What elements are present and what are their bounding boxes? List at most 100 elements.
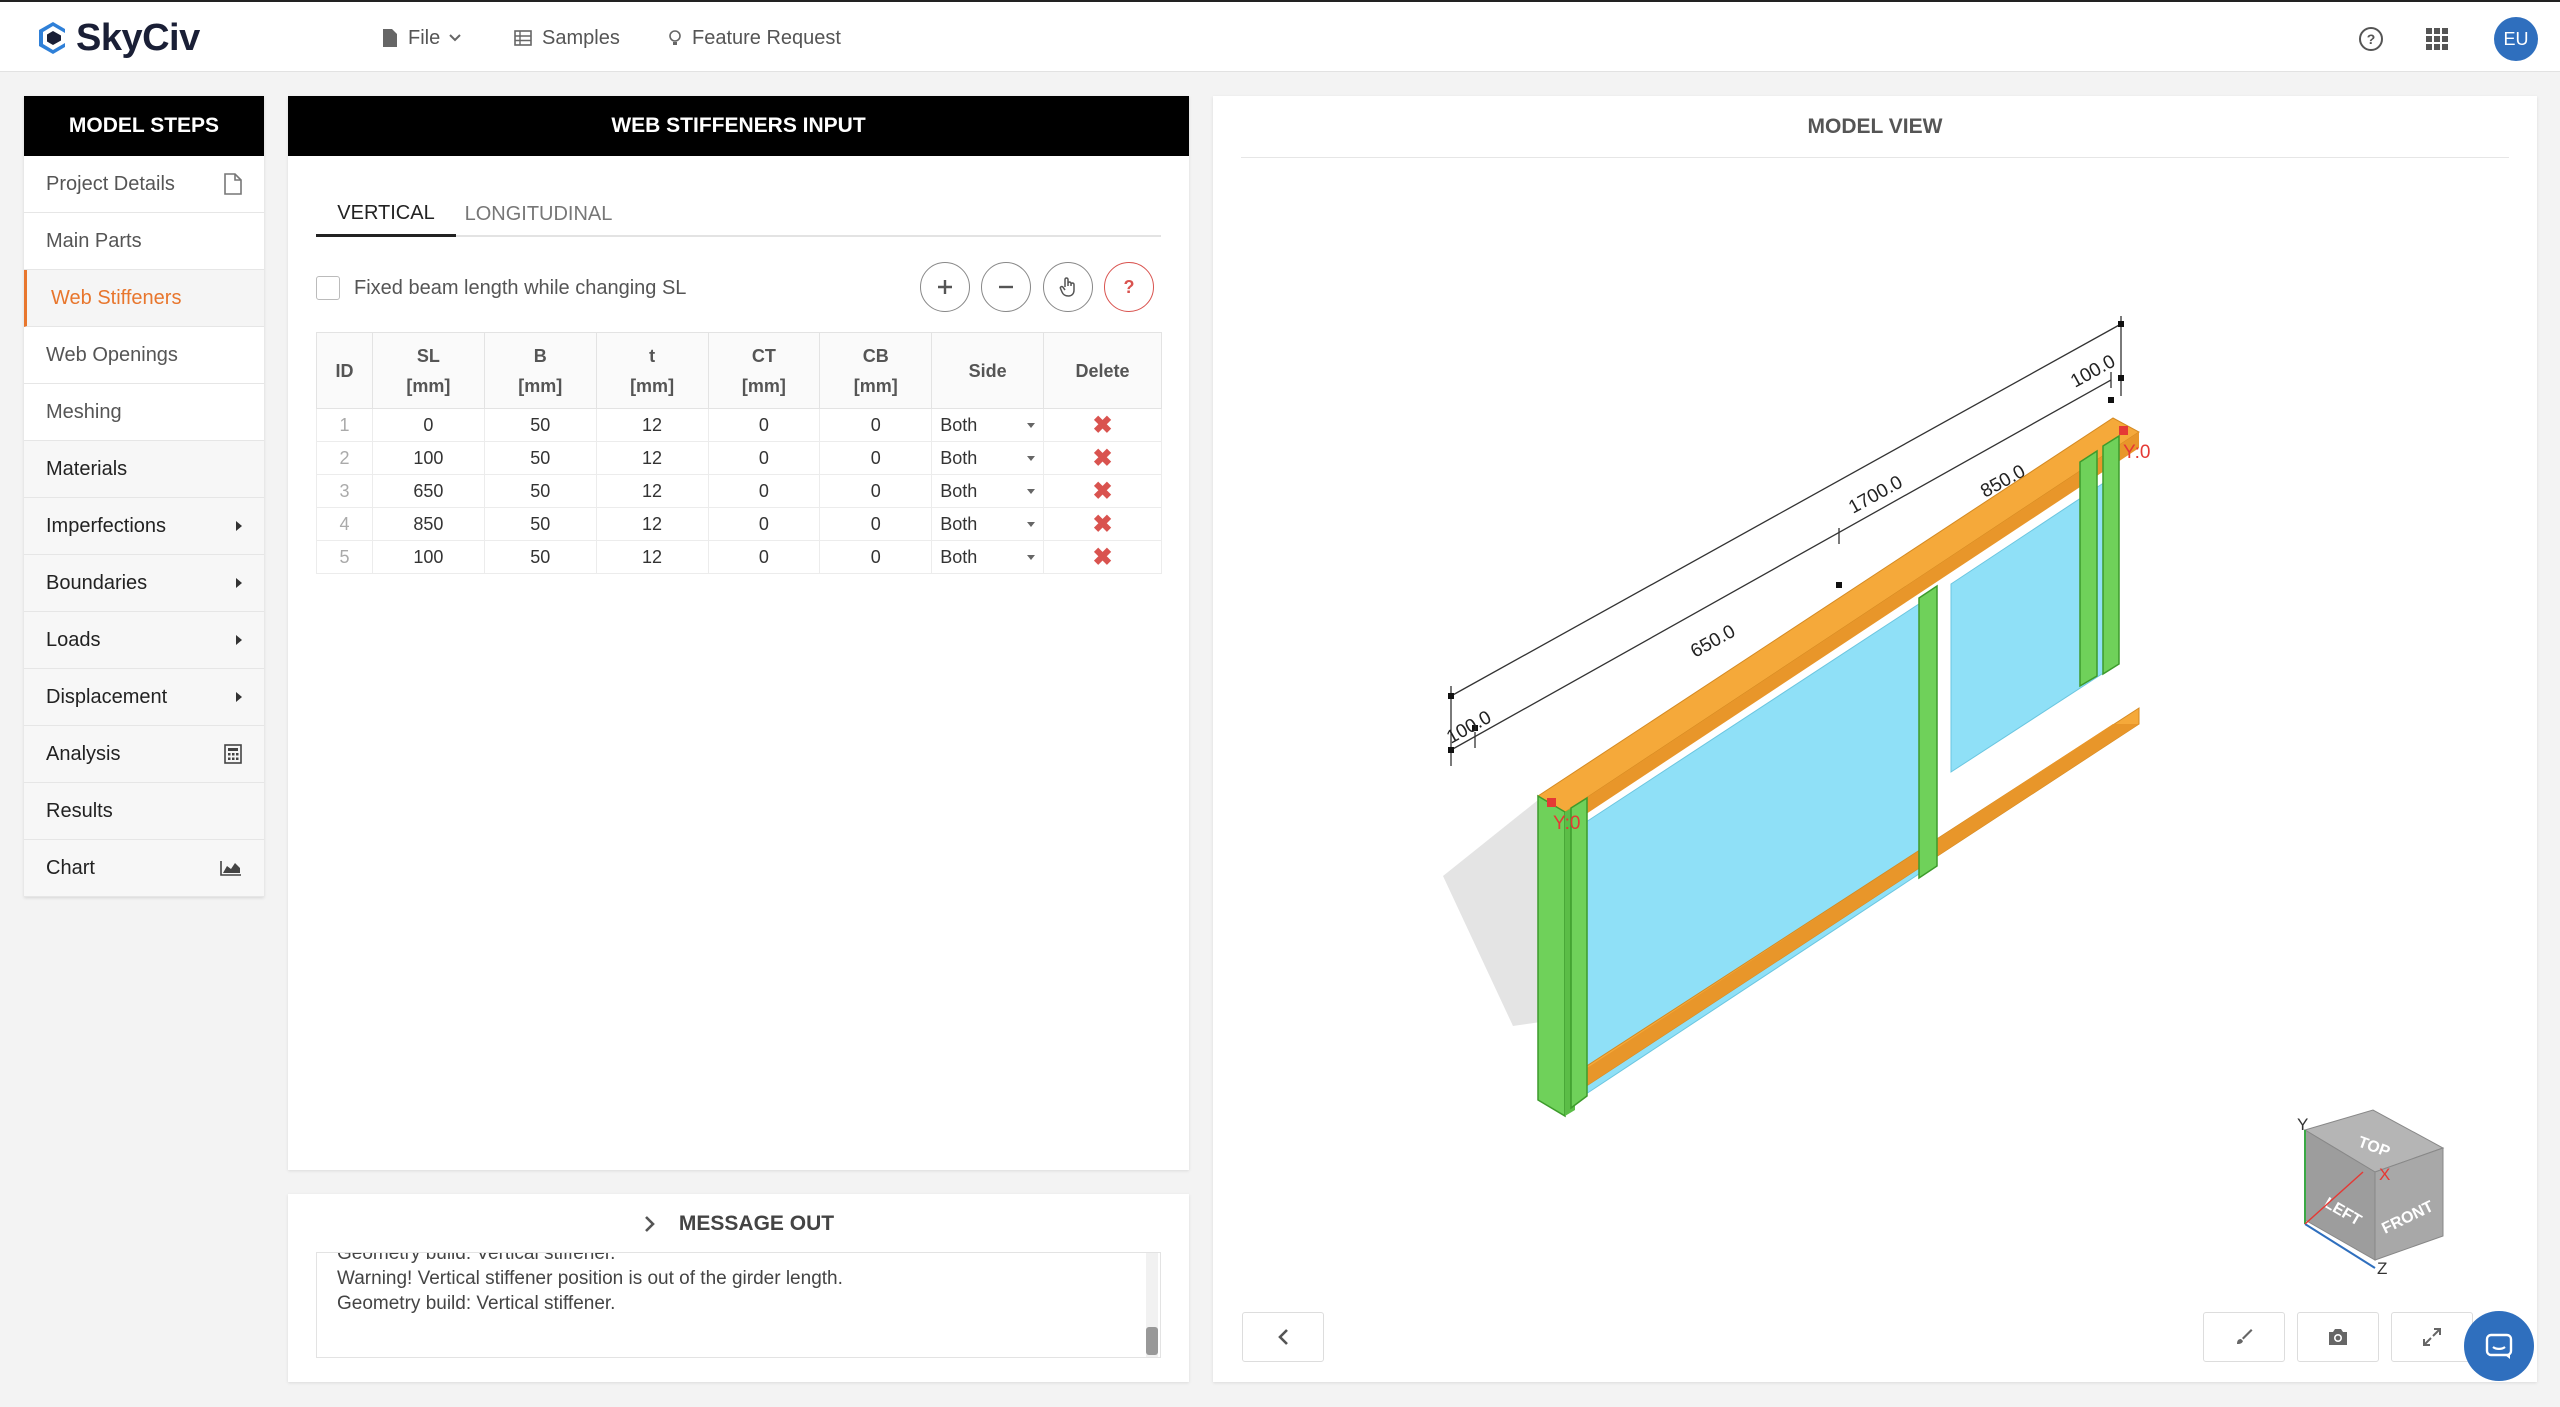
help-button[interactable]: ? (1104, 262, 1154, 312)
step-label: Web Openings (46, 343, 178, 366)
cell-sl[interactable]: 100 (371, 540, 485, 574)
step-chart[interactable]: Chart (24, 840, 264, 897)
step-project-details[interactable]: Project Details (24, 156, 264, 213)
delete-row-icon[interactable]: ✖ (1093, 511, 1113, 538)
select-mode-button[interactable] (1043, 262, 1093, 312)
file-menu[interactable]: File (382, 24, 472, 52)
step-materials[interactable]: Materials (24, 441, 264, 498)
col-side: Side (931, 332, 1045, 409)
cell-ct[interactable]: 0 (707, 507, 821, 541)
cell-cb[interactable]: 0 (819, 507, 933, 541)
cell-sl[interactable]: 650 (371, 474, 485, 508)
table-row: 2 100 50 12 0 0 Both ✖ (316, 441, 1162, 475)
cell-cb[interactable]: 0 (819, 474, 933, 508)
cell-cb[interactable]: 0 (819, 441, 933, 475)
cell-t[interactable]: 12 (595, 507, 709, 541)
cell-t[interactable]: 12 (595, 441, 709, 475)
cell-side[interactable]: Both (931, 441, 1045, 475)
table-row: 3 650 50 12 0 0 Both ✖ (316, 474, 1162, 508)
calculator-icon (224, 744, 242, 764)
side-select[interactable]: Both (932, 448, 1043, 469)
screenshot-button[interactable] (2297, 1312, 2379, 1362)
cell-ct[interactable]: 0 (707, 441, 821, 475)
side-select[interactable]: Both (932, 547, 1043, 568)
message-line: Geometry build: Vertical stiffener. (337, 1252, 616, 1264)
side-select[interactable]: Both (932, 481, 1043, 502)
side-value: Both (940, 414, 978, 435)
view-cube[interactable]: TOP LEFT FRONT Y X Z (2297, 1109, 2445, 1278)
cell-cb[interactable]: 0 (819, 540, 933, 574)
cell-side[interactable]: Both (931, 408, 1045, 442)
step-label: Loads (46, 628, 101, 651)
cell-id: 1 (316, 408, 373, 442)
samples-link[interactable]: Samples (514, 24, 620, 52)
cell-side[interactable]: Both (931, 540, 1045, 574)
cell-ct[interactable]: 0 (707, 474, 821, 508)
cell-side[interactable]: Both (931, 507, 1045, 541)
cell-b[interactable]: 50 (483, 507, 597, 541)
step-imperfections[interactable]: Imperfections (24, 498, 264, 555)
message-log[interactable]: Geometry build: Vertical stiffener. Warn… (316, 1252, 1161, 1358)
caret-down-icon (1027, 422, 1036, 428)
cell-t[interactable]: 12 (595, 408, 709, 442)
step-web-openings[interactable]: Web Openings (24, 327, 264, 384)
cell-ct[interactable]: 0 (707, 540, 821, 574)
step-web-stiffeners[interactable]: Web Stiffeners (24, 270, 264, 327)
delete-row-icon[interactable]: ✖ (1093, 445, 1113, 472)
message-out-toggle[interactable]: MESSAGE OUT (288, 1194, 1189, 1254)
skyciv-logo[interactable]: SkyCiv (36, 16, 200, 60)
cell-b[interactable]: 50 (483, 441, 597, 475)
table-icon (514, 30, 532, 46)
side-select[interactable]: Both (932, 415, 1043, 436)
step-meshing[interactable]: Meshing (24, 384, 264, 441)
apps-grid-button[interactable] (2416, 18, 2458, 60)
cell-sl[interactable]: 0 (371, 408, 485, 442)
cell-cb[interactable]: 0 (819, 408, 933, 442)
cell-side[interactable]: Both (931, 474, 1045, 508)
step-label: Main Parts (46, 229, 142, 252)
chat-support-button[interactable] (2464, 1311, 2534, 1381)
remove-row-button[interactable] (981, 262, 1031, 312)
chevron-right-icon (644, 1216, 655, 1232)
cell-sl[interactable]: 100 (371, 441, 485, 475)
model-canvas[interactable]: 100.0 650.0 1700.0 850.0 100.0 Y:0 Y:0 T… (1213, 96, 2537, 1382)
cell-b[interactable]: 50 (483, 408, 597, 442)
message-out-title: MESSAGE OUT (678, 1212, 835, 1235)
paint-button[interactable] (2203, 1312, 2285, 1362)
step-displacement[interactable]: Displacement (24, 669, 264, 726)
delete-row-icon[interactable]: ✖ (1093, 478, 1113, 505)
step-main-parts[interactable]: Main Parts (24, 213, 264, 270)
fullscreen-button[interactable] (2391, 1312, 2473, 1362)
step-analysis[interactable]: Analysis (24, 726, 264, 783)
grid-icon (2426, 28, 2448, 50)
fixed-length-option[interactable]: Fixed beam length while changing SL (316, 276, 686, 300)
fixed-length-checkbox[interactable] (316, 276, 340, 300)
delete-row-icon[interactable]: ✖ (1093, 412, 1113, 439)
message-out-panel: MESSAGE OUT Geometry build: Vertical sti… (288, 1194, 1189, 1382)
stiffener-2 (1570, 796, 1588, 1110)
feature-request-link[interactable]: Feature Request (668, 24, 841, 52)
side-select[interactable]: Both (932, 514, 1043, 535)
skyciv-logo-icon (39, 22, 65, 54)
delete-row-icon[interactable]: ✖ (1093, 544, 1113, 571)
add-row-button[interactable] (920, 262, 970, 312)
tab-vertical[interactable]: VERTICAL (316, 192, 456, 237)
step-loads[interactable]: Loads (24, 612, 264, 669)
step-boundaries[interactable]: Boundaries (24, 555, 264, 612)
col-delete: Delete (1043, 332, 1162, 409)
user-menu[interactable]: EU (2494, 17, 2538, 61)
cell-t[interactable]: 12 (595, 540, 709, 574)
cell-sl[interactable]: 850 (371, 507, 485, 541)
cell-t[interactable]: 12 (595, 474, 709, 508)
message-scroll-thumb[interactable] (1146, 1327, 1158, 1355)
step-results[interactable]: Results (24, 783, 264, 840)
tab-longitudinal[interactable]: LONGITUDINAL (456, 192, 621, 237)
side-value: Both (940, 480, 978, 501)
cell-b[interactable]: 50 (483, 540, 597, 574)
dim-label-650: 650.0 (1687, 621, 1739, 662)
collapse-panel-button[interactable] (1242, 1312, 1324, 1362)
cell-b[interactable]: 50 (483, 474, 597, 508)
message-line: Geometry build: Vertical stiffener. (337, 1293, 616, 1314)
cell-ct[interactable]: 0 (707, 408, 821, 442)
help-button[interactable]: ? (2350, 18, 2392, 60)
